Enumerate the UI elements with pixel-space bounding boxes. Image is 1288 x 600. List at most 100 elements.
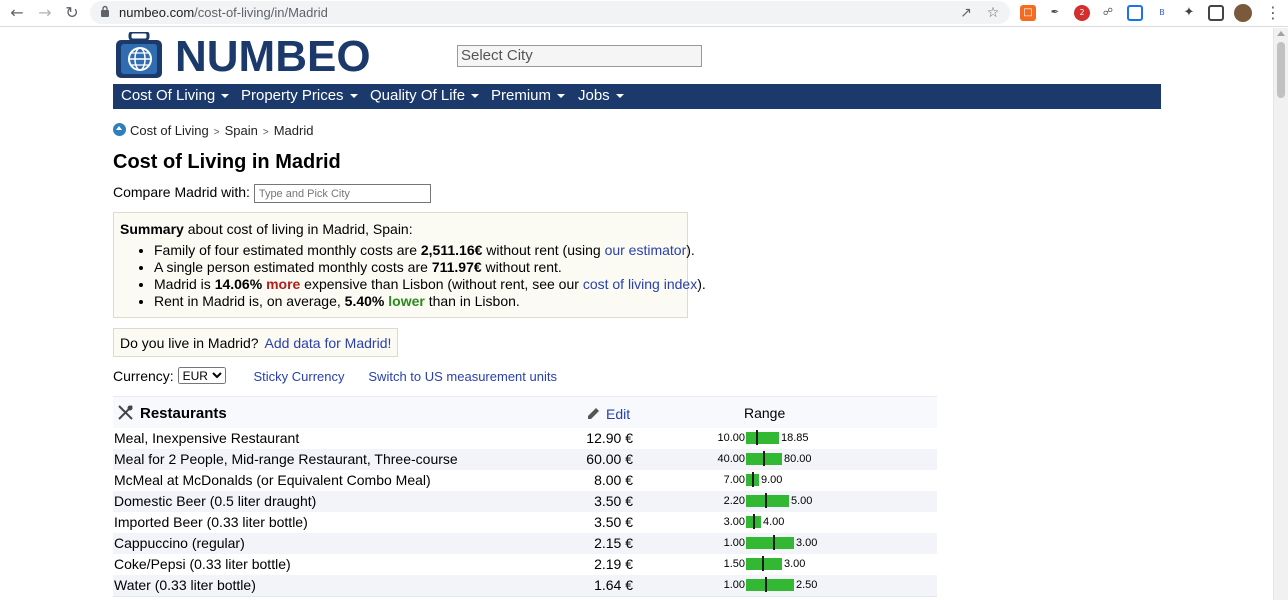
numbeo-logo[interactable]: NUMBEO bbox=[115, 32, 371, 81]
table-row: Meal, Inexpensive Restaurant 12.90 € 10.00… bbox=[113, 428, 937, 449]
summary-item: Rent in Madrid is, on average, 5.40% low… bbox=[154, 293, 681, 310]
scroll-up-icon[interactable] bbox=[1277, 31, 1285, 36]
star-icon[interactable]: ☆ bbox=[984, 4, 1002, 22]
address-bar[interactable]: numbeo.com/cost-of-living/in/Madrid ↗ ☆ bbox=[90, 1, 1010, 24]
sticky-currency-link[interactable]: Sticky Currency bbox=[253, 369, 344, 384]
item-price: 60.00 € bbox=[586, 451, 633, 467]
reload-icon[interactable]: ↻ bbox=[61, 3, 83, 23]
caret-down-icon bbox=[557, 94, 566, 99]
menu-label: Cost Of Living bbox=[121, 87, 216, 104]
summary-item: Madrid is 14.06% more expensive than Lis… bbox=[154, 276, 706, 293]
range-bar bbox=[746, 558, 782, 570]
more-label: more bbox=[266, 276, 301, 292]
menu-premium[interactable]: Premium bbox=[491, 87, 566, 104]
currency-select[interactable]: EUR bbox=[177, 367, 226, 384]
estimator-link[interactable]: our estimator bbox=[605, 242, 687, 258]
range-high: 3.00 bbox=[796, 537, 818, 549]
item-price: 3.50 € bbox=[594, 514, 633, 530]
range-heading: Range bbox=[744, 405, 786, 421]
cost-of-living-index-link[interactable]: cost of living index bbox=[583, 276, 697, 292]
extension-icon-3[interactable]: 2 bbox=[1074, 5, 1090, 21]
scrollbar-thumb[interactable] bbox=[1277, 42, 1285, 98]
breadcrumb-separator: > bbox=[213, 127, 220, 138]
breadcrumb: Cost of Living > Spain > Madrid bbox=[113, 123, 313, 138]
back-arrow-icon[interactable]: ← bbox=[6, 3, 28, 23]
average-marker bbox=[762, 556, 764, 571]
summary-list: Family of four estimated monthly costs a… bbox=[154, 242, 706, 310]
range-high: 2.50 bbox=[796, 579, 818, 591]
compare-label: Compare Madrid with: bbox=[113, 184, 250, 201]
summary-text: A single person estimated monthly costs … bbox=[154, 259, 432, 275]
screenshot-icon[interactable] bbox=[1127, 5, 1143, 21]
home-icon[interactable] bbox=[113, 123, 126, 136]
menu-property-prices[interactable]: Property Prices bbox=[241, 87, 358, 104]
table-row: McMeal at McDonalds (or Equivalent Combo… bbox=[113, 470, 937, 491]
range-low: 2.20 bbox=[723, 495, 745, 507]
switch-units-link[interactable]: Switch to US measurement units bbox=[368, 369, 557, 384]
range-bar bbox=[746, 495, 789, 507]
extension-icon-4[interactable]: ☍ bbox=[1100, 5, 1116, 21]
menu-label: Property Prices bbox=[241, 87, 344, 104]
table-row: Water (0.33 liter bottle) 1.64 € 1.00 2.50 bbox=[113, 575, 937, 596]
caret-down-icon bbox=[471, 94, 480, 99]
compare-city-input[interactable] bbox=[253, 184, 431, 203]
briefcase-globe-icon bbox=[116, 32, 162, 78]
forward-arrow-icon[interactable]: → bbox=[34, 3, 56, 23]
item-name: Imported Beer (0.33 liter bottle) bbox=[114, 514, 308, 530]
item-name: Water (0.33 liter bottle) bbox=[114, 577, 256, 593]
range-high: 9.00 bbox=[761, 474, 783, 486]
summary-text: Rent in Madrid is, on average, bbox=[154, 293, 345, 309]
item-name: Domestic Beer (0.5 liter draught) bbox=[114, 493, 317, 509]
sidepanel-icon[interactable] bbox=[1208, 5, 1224, 21]
menu-jobs[interactable]: Jobs bbox=[578, 87, 624, 104]
avatar[interactable] bbox=[1234, 4, 1252, 22]
range-high: 18.85 bbox=[781, 432, 809, 444]
url-text: numbeo.com/cost-of-living/in/Madrid bbox=[119, 5, 328, 20]
item-name: Coke/Pepsi (0.33 liter bottle) bbox=[114, 556, 291, 572]
breadcrumb-spain[interactable]: Spain bbox=[225, 123, 258, 138]
eyedropper-icon[interactable]: ✒ bbox=[1047, 5, 1063, 21]
breadcrumb-madrid[interactable]: Madrid bbox=[274, 123, 314, 138]
page-scrollbar[interactable] bbox=[1273, 28, 1288, 600]
lock-icon bbox=[101, 5, 109, 17]
category-heading: Restaurants bbox=[117, 404, 227, 422]
item-name: Meal, Inexpensive Restaurant bbox=[114, 430, 300, 446]
kebab-menu-icon[interactable]: ⋮ bbox=[1262, 3, 1284, 23]
table-header: Restaurants Edit Range bbox=[113, 396, 937, 428]
summary-text: without rent. bbox=[481, 259, 562, 275]
edit-button[interactable]: Edit bbox=[585, 405, 630, 422]
range-bar bbox=[746, 579, 794, 591]
more-percent-value: 14.06% bbox=[214, 276, 263, 292]
menu-quality-of-life[interactable]: Quality Of Life bbox=[370, 87, 480, 104]
range-low: 1.00 bbox=[723, 537, 745, 549]
caret-down-icon bbox=[615, 94, 624, 99]
menu-label: Premium bbox=[491, 87, 552, 104]
range-high: 5.00 bbox=[791, 495, 813, 507]
caret-down-icon bbox=[349, 94, 358, 99]
lower-percent-value: 5.40% bbox=[344, 293, 385, 309]
range-bar bbox=[746, 537, 794, 549]
extension-icon-1[interactable]: □ bbox=[1020, 5, 1036, 21]
add-data-link[interactable]: Add data for Madrid! bbox=[265, 335, 392, 351]
live-question: Do you live in Madrid? bbox=[120, 335, 259, 351]
range-bar bbox=[746, 432, 779, 444]
table-divider bbox=[113, 596, 937, 598]
summary-heading-rest: about cost of living in Madrid, Spain: bbox=[183, 221, 413, 237]
average-marker bbox=[773, 535, 775, 550]
breadcrumb-cost-of-living[interactable]: Cost of Living bbox=[130, 123, 209, 138]
extension-badge: 2 bbox=[1079, 8, 1085, 17]
summary-heading: Summary about cost of living in Madrid, … bbox=[120, 221, 681, 238]
extension-icon-6[interactable]: B bbox=[1154, 5, 1170, 21]
share-icon[interactable]: ↗ bbox=[957, 4, 975, 22]
menu-label: Jobs bbox=[578, 87, 610, 104]
item-name: McMeal at McDonalds (or Equivalent Combo… bbox=[114, 472, 431, 488]
select-city-input[interactable]: Select City bbox=[457, 45, 702, 67]
prices-table: Restaurants Edit Range Meal, Inexpensive… bbox=[113, 396, 937, 598]
puzzle-icon[interactable]: ✦ bbox=[1181, 5, 1197, 21]
menu-cost-of-living[interactable]: Cost Of Living bbox=[121, 87, 230, 104]
edit-label: Edit bbox=[606, 406, 631, 422]
summary-text: expensive than Lisbon (without rent, see… bbox=[300, 276, 583, 292]
range-low: 10.00 bbox=[717, 432, 745, 444]
browser-toolbar: ← → ↻ numbeo.com/cost-of-living/in/Madri… bbox=[0, 0, 1288, 27]
range-low: 7.00 bbox=[723, 474, 745, 486]
